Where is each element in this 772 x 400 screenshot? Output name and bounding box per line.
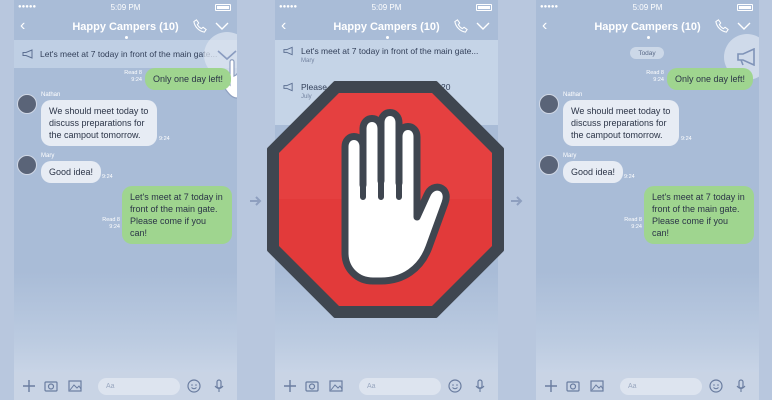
microphone-icon[interactable] [473, 379, 487, 393]
message-time: 9:24 [653, 77, 664, 83]
date-divider: Today [630, 47, 664, 59]
chat-title: Happy Campers (10) [594, 21, 701, 33]
read-receipt: Read 8 [624, 217, 642, 223]
announcement-author: Mary [301, 58, 315, 64]
plus-icon[interactable] [22, 379, 36, 393]
image-icon[interactable] [590, 379, 604, 393]
avatar[interactable] [539, 94, 559, 114]
message-input[interactable]: Aa [359, 378, 441, 395]
image-icon[interactable] [68, 379, 82, 393]
page-dot [385, 36, 389, 39]
megaphone-icon [22, 49, 33, 59]
microphone-icon[interactable] [734, 379, 748, 393]
phone-panel-3: ●●●●● 5:09 PM ‹ Happy Campers (10) Today… [536, 0, 759, 400]
input-bar: Aa [275, 372, 498, 400]
input-bar: Aa [536, 372, 759, 400]
avatar[interactable] [17, 155, 37, 175]
chevron-down-icon[interactable] [476, 20, 490, 32]
message-time: 9:24 [102, 174, 113, 180]
status-time: 5:09 PM [632, 2, 663, 12]
battery-icon [737, 4, 753, 11]
microphone-icon[interactable] [212, 379, 226, 393]
cloud-background [14, 272, 237, 372]
battery-icon [215, 4, 231, 11]
arrow-right-icon [511, 196, 523, 206]
signal-icon: ●●●●● [18, 4, 37, 10]
read-receipt: Read 8 [124, 70, 142, 76]
sender-name: Mary [41, 153, 55, 159]
avatar[interactable] [539, 155, 559, 175]
chat-title: Happy Campers (10) [72, 21, 179, 33]
chat-header: ‹ Happy Campers (10) [536, 14, 759, 40]
cloud-background [536, 272, 759, 372]
announcement-item[interactable]: Let's meet at 7 today in front of the ma… [283, 46, 490, 68]
message-meta: Read 8 9:24 [100, 217, 120, 231]
signal-icon: ●●●●● [540, 4, 559, 10]
message-time: 9:24 [131, 77, 142, 83]
message-meta: Read 8 9:24 [622, 217, 642, 231]
arrow-right-icon [250, 196, 262, 206]
camera-icon[interactable] [44, 379, 58, 393]
status-bar: ●●●●● 5:09 PM [536, 0, 759, 14]
phone-icon[interactable] [193, 19, 207, 33]
back-icon[interactable]: ‹ [20, 17, 25, 35]
chevron-down-icon[interactable] [215, 20, 229, 32]
page-dot [124, 36, 128, 39]
chat-header: ‹ Happy Campers (10) [14, 14, 237, 40]
plus-icon[interactable] [544, 379, 558, 393]
outgoing-message: Only one day left! [145, 68, 232, 90]
announcement-text: Let's meet at 7 today in front of the ma… [40, 49, 218, 59]
sender-name: Nathan [563, 92, 583, 98]
sender-name: Mary [563, 153, 577, 159]
message-time: 9:24 [159, 136, 170, 142]
emoji-icon[interactable] [187, 379, 201, 393]
status-time: 5:09 PM [110, 2, 141, 12]
phone-icon[interactable] [454, 19, 468, 33]
incoming-message: We should meet today to discuss preparat… [41, 100, 157, 146]
chevron-down-icon[interactable] [737, 20, 751, 32]
message-time: 9:24 [681, 136, 692, 142]
back-icon[interactable]: ‹ [542, 17, 547, 35]
message-input[interactable]: Aa [620, 378, 702, 395]
camera-icon[interactable] [566, 379, 580, 393]
status-bar: ●●●●● 5:09 PM [275, 0, 498, 14]
message-time: 9:24 [631, 224, 642, 230]
battery-icon [476, 4, 492, 11]
message-time: 9:24 [624, 174, 635, 180]
megaphone-icon [737, 48, 755, 66]
incoming-message: We should meet today to discuss preparat… [563, 100, 679, 146]
message-input[interactable]: Aa [98, 378, 180, 395]
megaphone-icon [283, 46, 293, 56]
back-icon[interactable]: ‹ [281, 17, 286, 35]
plus-icon[interactable] [283, 379, 297, 393]
emoji-icon[interactable] [709, 379, 723, 393]
signal-icon: ●●●●● [279, 4, 298, 10]
message-meta: Read 8 9:24 [644, 70, 664, 84]
incoming-message: Good idea! [41, 161, 102, 183]
avatar[interactable] [17, 94, 37, 114]
chat-header: ‹ Happy Campers (10) [275, 14, 498, 40]
sender-name: Nathan [41, 92, 61, 98]
chat-title: Happy Campers (10) [333, 21, 440, 33]
phone-panel-1: ●●●●● 5:09 PM ‹ Happy Campers (10) Let's… [14, 0, 237, 400]
page-dot [646, 36, 650, 39]
image-icon[interactable] [329, 379, 343, 393]
incoming-message: Good idea! [563, 161, 624, 183]
outgoing-message: Only one day left! [667, 68, 754, 90]
message-time: 9:24 [109, 224, 120, 230]
phone-icon[interactable] [715, 19, 729, 33]
outgoing-message: Let's meet at 7 today in front of the ma… [122, 186, 232, 244]
read-receipt: Read 8 [102, 217, 120, 223]
camera-icon[interactable] [305, 379, 319, 393]
input-bar: Aa [14, 372, 237, 400]
announcement-text: Let's meet at 7 today in front of the ma… [301, 46, 479, 56]
stop-sign-icon [267, 81, 504, 318]
read-receipt: Read 8 [646, 70, 664, 76]
message-meta: Read 8 9:24 [122, 70, 142, 84]
status-time: 5:09 PM [371, 2, 402, 12]
emoji-icon[interactable] [448, 379, 462, 393]
status-bar: ●●●●● 5:09 PM [14, 0, 237, 14]
outgoing-message: Let's meet at 7 today in front of the ma… [644, 186, 754, 244]
